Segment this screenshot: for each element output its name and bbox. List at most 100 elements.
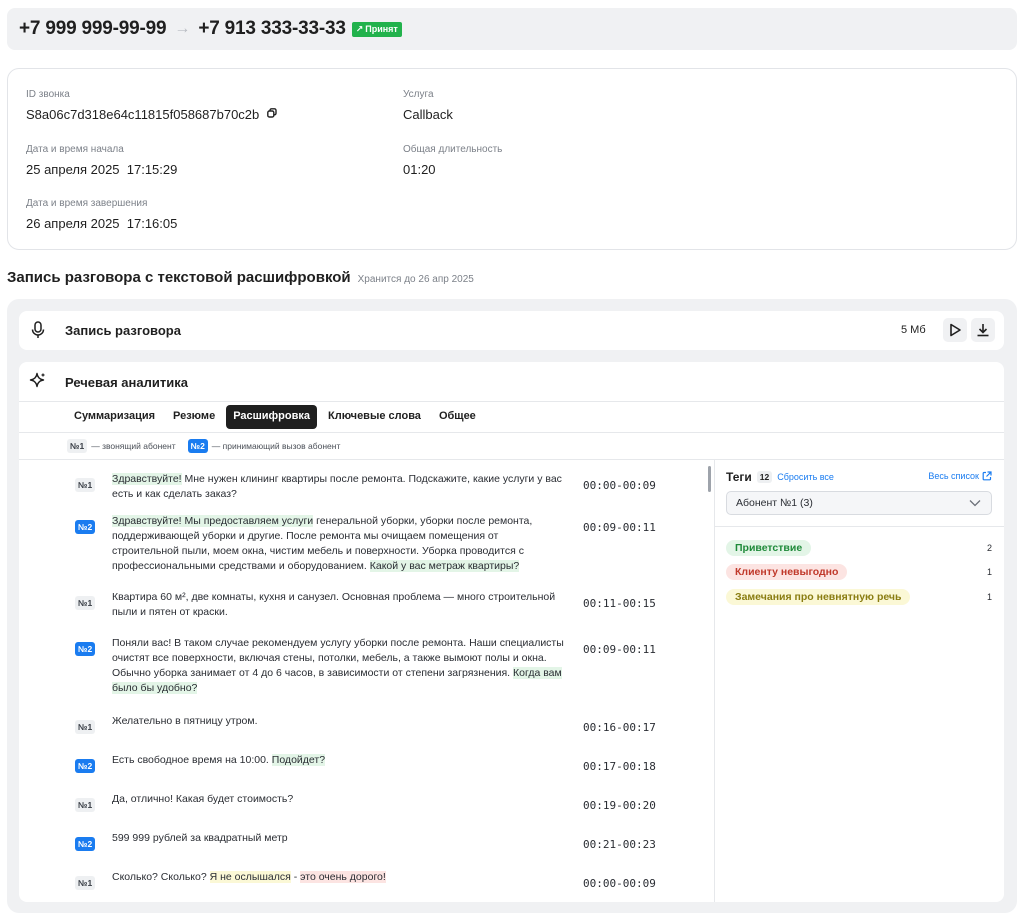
speaker-legend: №1 — звонящий абонент №2 — принимающий в… [67, 439, 340, 453]
tags-count: 12 [756, 471, 773, 483]
utterance-fragment: Подойдет? [271, 754, 326, 766]
storage-note: Хранится до 26 апр 2025 [357, 274, 474, 285]
speaker-filter-value: Абонент №1 (3) [736, 497, 813, 509]
speaker-2-badge: №2 [187, 439, 208, 453]
service-label: Услуга [403, 89, 434, 100]
all-list-link[interactable]: Весь список [928, 471, 992, 481]
recording-label: Запись разговора [65, 323, 181, 338]
external-link-icon [982, 471, 992, 481]
speaker-badge: №1 [75, 876, 96, 890]
all-list-label: Весь список [928, 471, 979, 481]
utterance-text: Здравствуйте! Мы предоставляем услуги ге… [112, 514, 567, 574]
tag-count: 2 [986, 543, 992, 553]
call-header: +7 999 999-99-99 → +7 913 333-33-33 ↗ Пр… [7, 8, 1017, 50]
utterance-text: Поняли вас! В таком случае рекомендуем у… [112, 636, 567, 696]
speaker-badge: №1 [75, 720, 96, 734]
tag-row[interactable]: Приветствие 2 [726, 540, 992, 558]
tag-count: 1 [986, 592, 992, 602]
tag-row[interactable]: Клиенту невыгодно 1 [726, 564, 992, 582]
duration-label: Общая длительность [403, 144, 503, 155]
utterance-text: Квартира 60 м², две комнаты, кухня и сан… [112, 590, 567, 620]
duration-field: Общая длительность 01:20 [403, 144, 502, 177]
tab-resume[interactable]: Резюме [166, 405, 222, 429]
utterance-text: Есть свободное время на 10:00. Подойдет? [112, 753, 567, 768]
end-label: Дата и время завершения [26, 198, 148, 209]
service-field: Услуга Callback [403, 89, 453, 122]
download-icon [977, 324, 989, 337]
recording-section-title: Запись разговора с текстовой расшифровко… [7, 269, 474, 286]
utterance-text: Да, отлично! Какая будет стоимость? [112, 792, 567, 807]
tag-row[interactable]: Замечания про невнятную речь 1 [726, 589, 992, 607]
timestamp: 00:21-00:23 [583, 838, 656, 851]
file-size: 5 Мб [901, 324, 926, 336]
caller-phone: +7 999 999-99-99 [19, 18, 167, 39]
timestamp: 00:00-00:09 [583, 877, 656, 890]
chevron-down-icon [969, 498, 981, 510]
utterance-fragment: Здравствуйте! Мы предоставляем услуги [112, 515, 314, 527]
tab-keywords[interactable]: Ключевые слова [321, 405, 428, 429]
tag-pill[interactable]: Замечания про невнятную речь [726, 589, 911, 605]
utterance-fragment: это очень дорого! [300, 871, 386, 883]
speaker-badge: №1 [75, 798, 96, 812]
play-icon [950, 323, 961, 337]
utterance-text: Сколько? Сколько? Я не ослышался - это о… [112, 870, 567, 885]
arrow-right-icon: → [174, 20, 191, 37]
speech-analytics-card: Речевая аналитика Суммаризация Резюме Ра… [19, 362, 1004, 902]
speaker-badge: №2 [75, 520, 96, 534]
utterance-fragment: Есть свободное время на 10:00. [112, 754, 272, 766]
status-badge: ↗ Принят [351, 21, 402, 37]
tags-header: Теги 12 Сбросить все [726, 470, 834, 484]
tags-title: Теги [726, 470, 752, 484]
speaker-2-description: — принимающий вызов абонент [211, 441, 341, 451]
call-id-label: ID звонка [26, 89, 70, 100]
arrow-up-right-icon: ↗ [355, 23, 364, 34]
timestamp: 00:11-00:15 [583, 597, 656, 610]
start-label: Дата и время начала [26, 144, 124, 155]
timestamp: 00:17-00:18 [583, 760, 656, 773]
start-field: Дата и время начала 25 апреля 2025 17:15… [26, 144, 177, 177]
tag-pill[interactable]: Клиенту невыгодно [726, 564, 848, 580]
analytics-title: Речевая аналитика [65, 375, 188, 390]
tab-general[interactable]: Общее [432, 405, 483, 429]
utterance-fragment: Я не ослышался [209, 871, 291, 883]
call-details-card: ID звонка S8a06c7d318e64c11815f058687b70… [7, 68, 1017, 250]
timestamp: 00:19-00:20 [583, 799, 656, 812]
play-button[interactable] [943, 318, 967, 342]
utterance-text: 599 999 рублей за квадратный метр [112, 831, 567, 846]
section-heading: Запись разговора с текстовой расшифровко… [7, 269, 351, 286]
duration-value: 01:20 [403, 162, 436, 177]
utterance-fragment: 599 999 рублей за квадратный метр [112, 832, 288, 844]
speaker-badge: №1 [75, 596, 96, 610]
utterance-fragment: Желательно в пятницу утром. [112, 715, 258, 727]
reset-tags-link[interactable]: Сбросить все [777, 472, 834, 482]
speaker-badge: №2 [75, 837, 96, 851]
tab-transcript[interactable]: Расшифровка [226, 405, 317, 429]
analytics-tabs: Суммаризация Резюме Расшифровка Ключевые… [67, 405, 483, 429]
scrollbar[interactable] [708, 466, 711, 492]
tag-pill[interactable]: Приветствие [726, 540, 812, 556]
speaker-filter-select[interactable]: Абонент №1 (3) [726, 491, 992, 515]
call-id-field: ID звонка S8a06c7d318e64c11815f058687b70… [26, 89, 277, 122]
end-field: Дата и время завершения 26 апреля 2025 1… [26, 198, 177, 231]
speaker-1-description: — звонящий абонент [91, 441, 176, 451]
utterance-fragment: Здравствуйте! [112, 473, 182, 485]
utterance-fragment: Поняли вас! В таком случае рекомендуем у… [112, 637, 564, 679]
copy-icon[interactable] [267, 108, 277, 121]
timestamp: 00:16-00:17 [583, 721, 656, 734]
microphone-icon [30, 321, 46, 344]
status-label: Принят [365, 24, 398, 34]
divider [715, 526, 1004, 527]
recording-card: Запись разговора 5 Мб [19, 311, 1004, 350]
download-button[interactable] [971, 318, 995, 342]
utterance-fragment: Да, отлично! Какая будет стоимость? [112, 793, 294, 805]
utterance-text: Желательно в пятницу утром. [112, 714, 567, 729]
sparkle-icon [29, 372, 47, 395]
tab-summarization[interactable]: Суммаризация [67, 405, 162, 429]
speaker-badge: №2 [75, 642, 96, 656]
speaker-badge: №1 [75, 478, 96, 492]
start-value: 25 апреля 2025 17:15:29 [26, 162, 178, 177]
timestamp: 00:00-00:09 [583, 479, 656, 492]
receiver-phone: +7 913 333-33-33 [198, 18, 346, 39]
utterance-fragment: Сколько? Сколько? [112, 871, 210, 883]
transcript-list: №1 Здравствуйте! Мне нужен клининг кварти… [19, 460, 714, 902]
